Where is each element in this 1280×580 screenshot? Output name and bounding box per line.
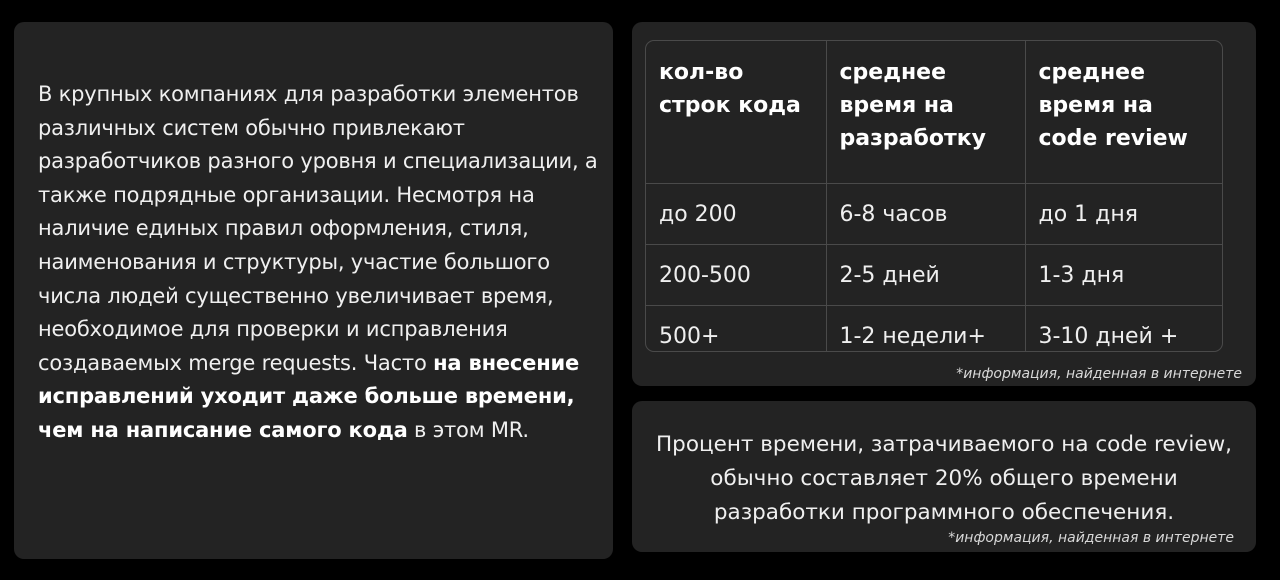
table-cell: 500+ [646,305,827,351]
table-cell: до 200 [646,183,827,245]
table-row: 200-500 2-5 дней 1-3 дня [646,244,1222,306]
table-cell: 1-2 недели+ [825,305,1026,351]
table-cell: 2-5 дней [825,244,1026,306]
table-row: 500+ 1-2 недели+ 3-10 дней + [646,305,1222,351]
header-review-time: среднее время на code review [1024,41,1222,184]
intro-card: В крупных компаниях для разработки элеме… [14,22,613,559]
review-percent-card: Процент времени, затрачиваемого на code … [632,401,1256,552]
table-cell: 1-3 дня [1024,244,1222,306]
table-cell: 3-10 дней + [1024,305,1222,351]
table-source-note: *информация, найденная в интернете [956,366,1242,382]
intro-text-regular: В крупных компаниях для разработки элеме… [38,82,598,375]
table-cell: 6-8 часов [825,183,1026,245]
review-source-note: *информация, найденная в интернете [948,530,1234,546]
stats-table-wrapper: кол-во строк кода среднее время на разра… [645,40,1223,352]
header-dev-time: среднее время на разработку [825,41,1026,184]
table-header-row: кол-во строк кода среднее время на разра… [646,41,1222,184]
table-row: до 200 6-8 часов до 1 дня [646,183,1222,245]
table-cell: до 1 дня [1024,183,1222,245]
stats-table: кол-во строк кода среднее время на разра… [646,41,1222,351]
review-percent-text: Процент времени, затрачиваемого на code … [656,432,1232,525]
table-cell: 200-500 [646,244,827,306]
header-lines-of-code: кол-во строк кода [646,41,827,184]
stats-table-card: кол-во строк кода среднее время на разра… [632,22,1256,386]
intro-text-end: в этом MR. [407,417,529,442]
intro-text: В крупных компаниях для разработки элеме… [38,78,598,448]
